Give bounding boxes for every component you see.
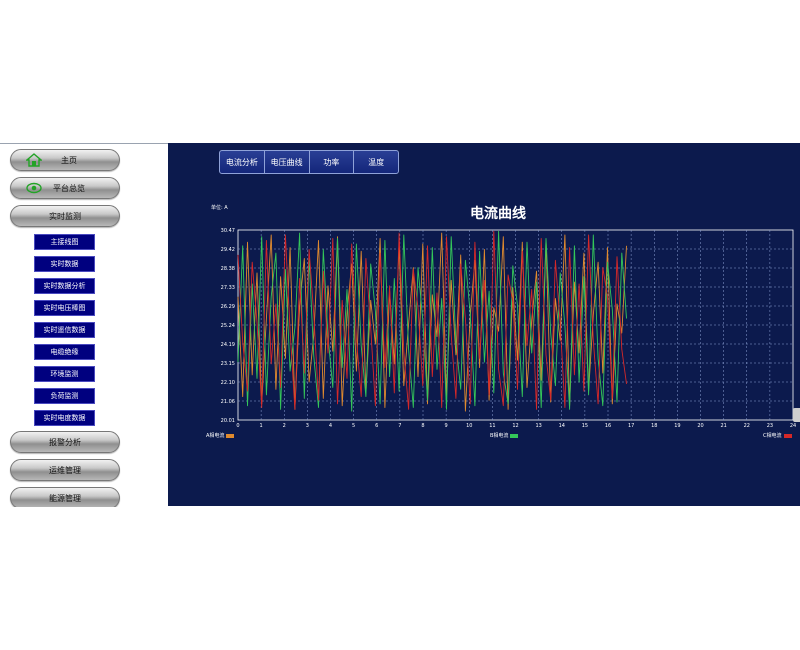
sidebar-item-operations[interactable]: 运维管理 [10,459,120,481]
x-tick-label: 16 [605,423,611,429]
sidebar-item-label: 平台总览 [53,183,85,193]
y-tick-label: 22.10 [221,380,235,386]
y-tick-label: 28.38 [221,266,235,272]
x-tick-label: 7 [398,423,401,429]
legend-item-b: B相电流 [490,432,519,439]
submenu-item[interactable]: 实时数据 [34,256,95,272]
submenu-item[interactable]: 电缆绝缘 [34,344,95,360]
x-tick-label: 11 [489,423,495,429]
legend-swatch [226,433,235,438]
y-tick-label: 26.29 [221,304,235,310]
sidebar-item-overview[interactable]: 平台总览 [10,177,120,199]
x-tick-label: 13 [535,423,541,429]
x-tick-label: 23 [767,423,773,429]
x-tick-label: 15 [582,423,588,429]
x-tick-label: 2 [283,423,286,429]
submenu-item[interactable]: 主接线图 [34,234,95,250]
y-tick-label: 23.15 [221,361,235,367]
submenu-item[interactable]: 实时数据分析 [34,278,95,294]
sidebar-item-label: 能源管理 [49,493,81,503]
x-tick-label: 4 [329,423,332,429]
y-tick-label: 27.33 [221,285,235,291]
y-tick-label: 29.42 [221,247,235,253]
x-tick-label: 24 [790,423,796,429]
sidebar-item-label: 运维管理 [49,465,81,475]
x-tick-label: 1 [260,423,263,429]
x-tick-label: 6 [375,423,378,429]
legend-item-c: C相电流 [763,432,792,439]
x-tick-label: 18 [651,423,657,429]
sidebar-item-realtime-monitor[interactable]: 实时监测 [10,205,120,227]
x-tick-label: 22 [744,423,750,429]
sidebar-item-alarm-analysis[interactable]: 报警分析 [10,431,120,453]
sidebar: 主页 平台总览 实时监测 主接线图 实时数据 实时数据分析 实时电压棒图 实时遥… [0,143,168,507]
x-tick-label: 8 [421,423,424,429]
sidebar-item-label: 报警分析 [49,437,81,447]
x-tick-label: 10 [466,423,472,429]
submenu-item[interactable]: 负荷监测 [34,388,95,404]
sidebar-item-energy[interactable]: 能源管理 [10,487,120,507]
legend-item-a: A相电流 [206,432,235,439]
home-icon [25,153,43,167]
submenu-item[interactable]: 实时电度数据 [34,410,95,426]
scroll-handle[interactable] [793,408,800,422]
y-tick-label: 20.01 [221,418,235,424]
legend-label: A相电流 [206,433,225,439]
app-window: 主页 平台总览 实时监测 主接线图 实时数据 实时数据分析 实时电压棒图 实时遥… [0,143,800,507]
x-tick-label: 19 [674,423,680,429]
legend-swatch [783,433,792,438]
x-tick-label: 0 [236,423,239,429]
submenu-item[interactable]: 实时电压棒图 [34,300,95,316]
main-panel: 电流分析 电压曲线 功率 温度 单位: A 电流曲线 20.01 21.06 22.… [168,143,800,506]
eye-icon [26,181,42,195]
current-chart: 20.01 21.06 22.10 23.15 24.19 25.24 26.29 27.33… [221,228,797,429]
x-tick-label: 12 [512,423,518,429]
x-tick-label: 21 [720,423,726,429]
legend-label: C相电流 [763,433,782,439]
y-tick-label: 25.24 [221,323,235,329]
submenu-item[interactable]: 环境监测 [34,366,95,382]
legend-label: B相电流 [490,433,509,439]
x-tick-label: 9 [445,423,448,429]
sidebar-item-label: 主页 [61,155,77,165]
submenu-item[interactable]: 实时遥信数据 [34,322,95,338]
x-tick-label: 5 [352,423,355,429]
y-tick-label: 30.47 [221,228,235,234]
y-tick-label: 24.19 [221,342,235,348]
x-tick-label: 17 [628,423,634,429]
x-tick-label: 3 [306,423,309,429]
x-tick-label: 14 [559,423,565,429]
y-tick-label: 21.06 [221,399,235,405]
sidebar-item-home[interactable]: 主页 [10,149,120,171]
legend-swatch [510,433,519,438]
sidebar-item-label: 实时监测 [49,211,81,221]
x-tick-label: 20 [697,423,703,429]
